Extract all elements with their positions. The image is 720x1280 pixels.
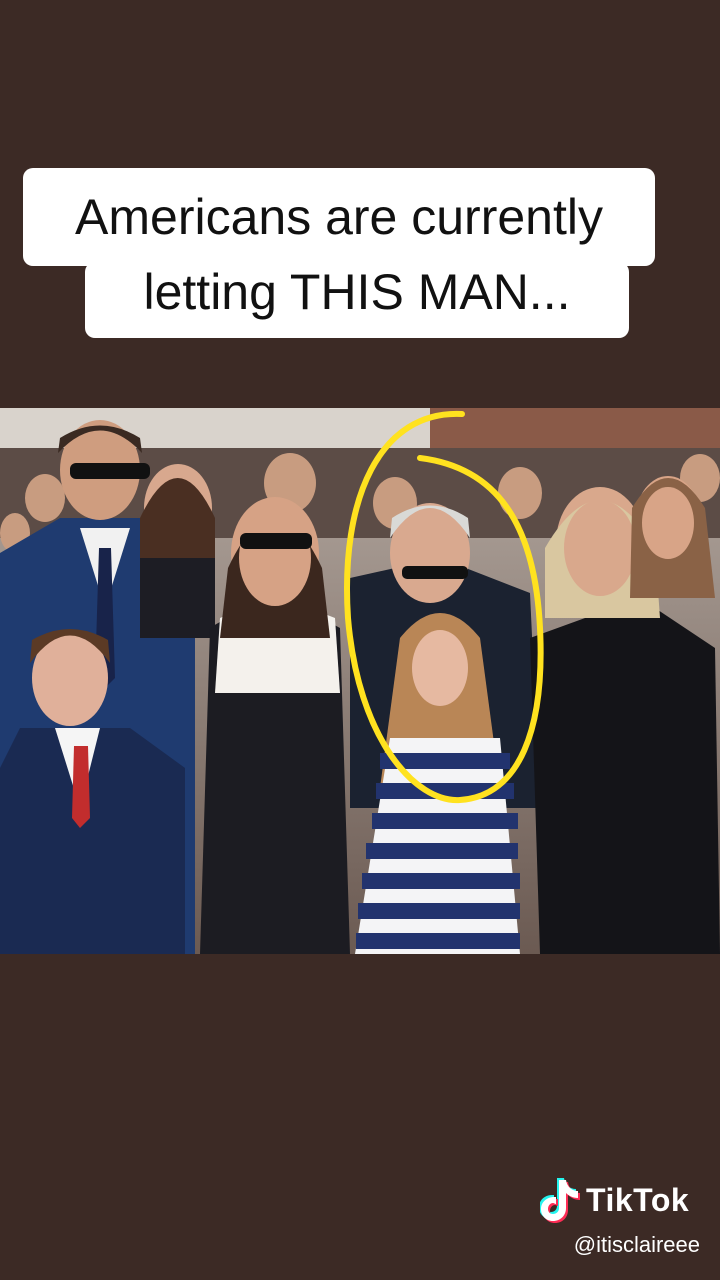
caption-line-2: letting THIS MAN... <box>85 262 629 338</box>
creator-handle[interactable]: @itisclaireee <box>574 1232 700 1258</box>
tiktok-watermark: TikTok <box>540 1176 710 1224</box>
video-frame-photo[interactable] <box>0 408 720 954</box>
tiktok-wordmark: TikTok <box>586 1182 690 1218</box>
caption-line-1: Americans are currently <box>23 168 655 266</box>
crowd-photo-illustration <box>0 408 720 954</box>
tiktok-note-icon <box>540 1178 580 1223</box>
